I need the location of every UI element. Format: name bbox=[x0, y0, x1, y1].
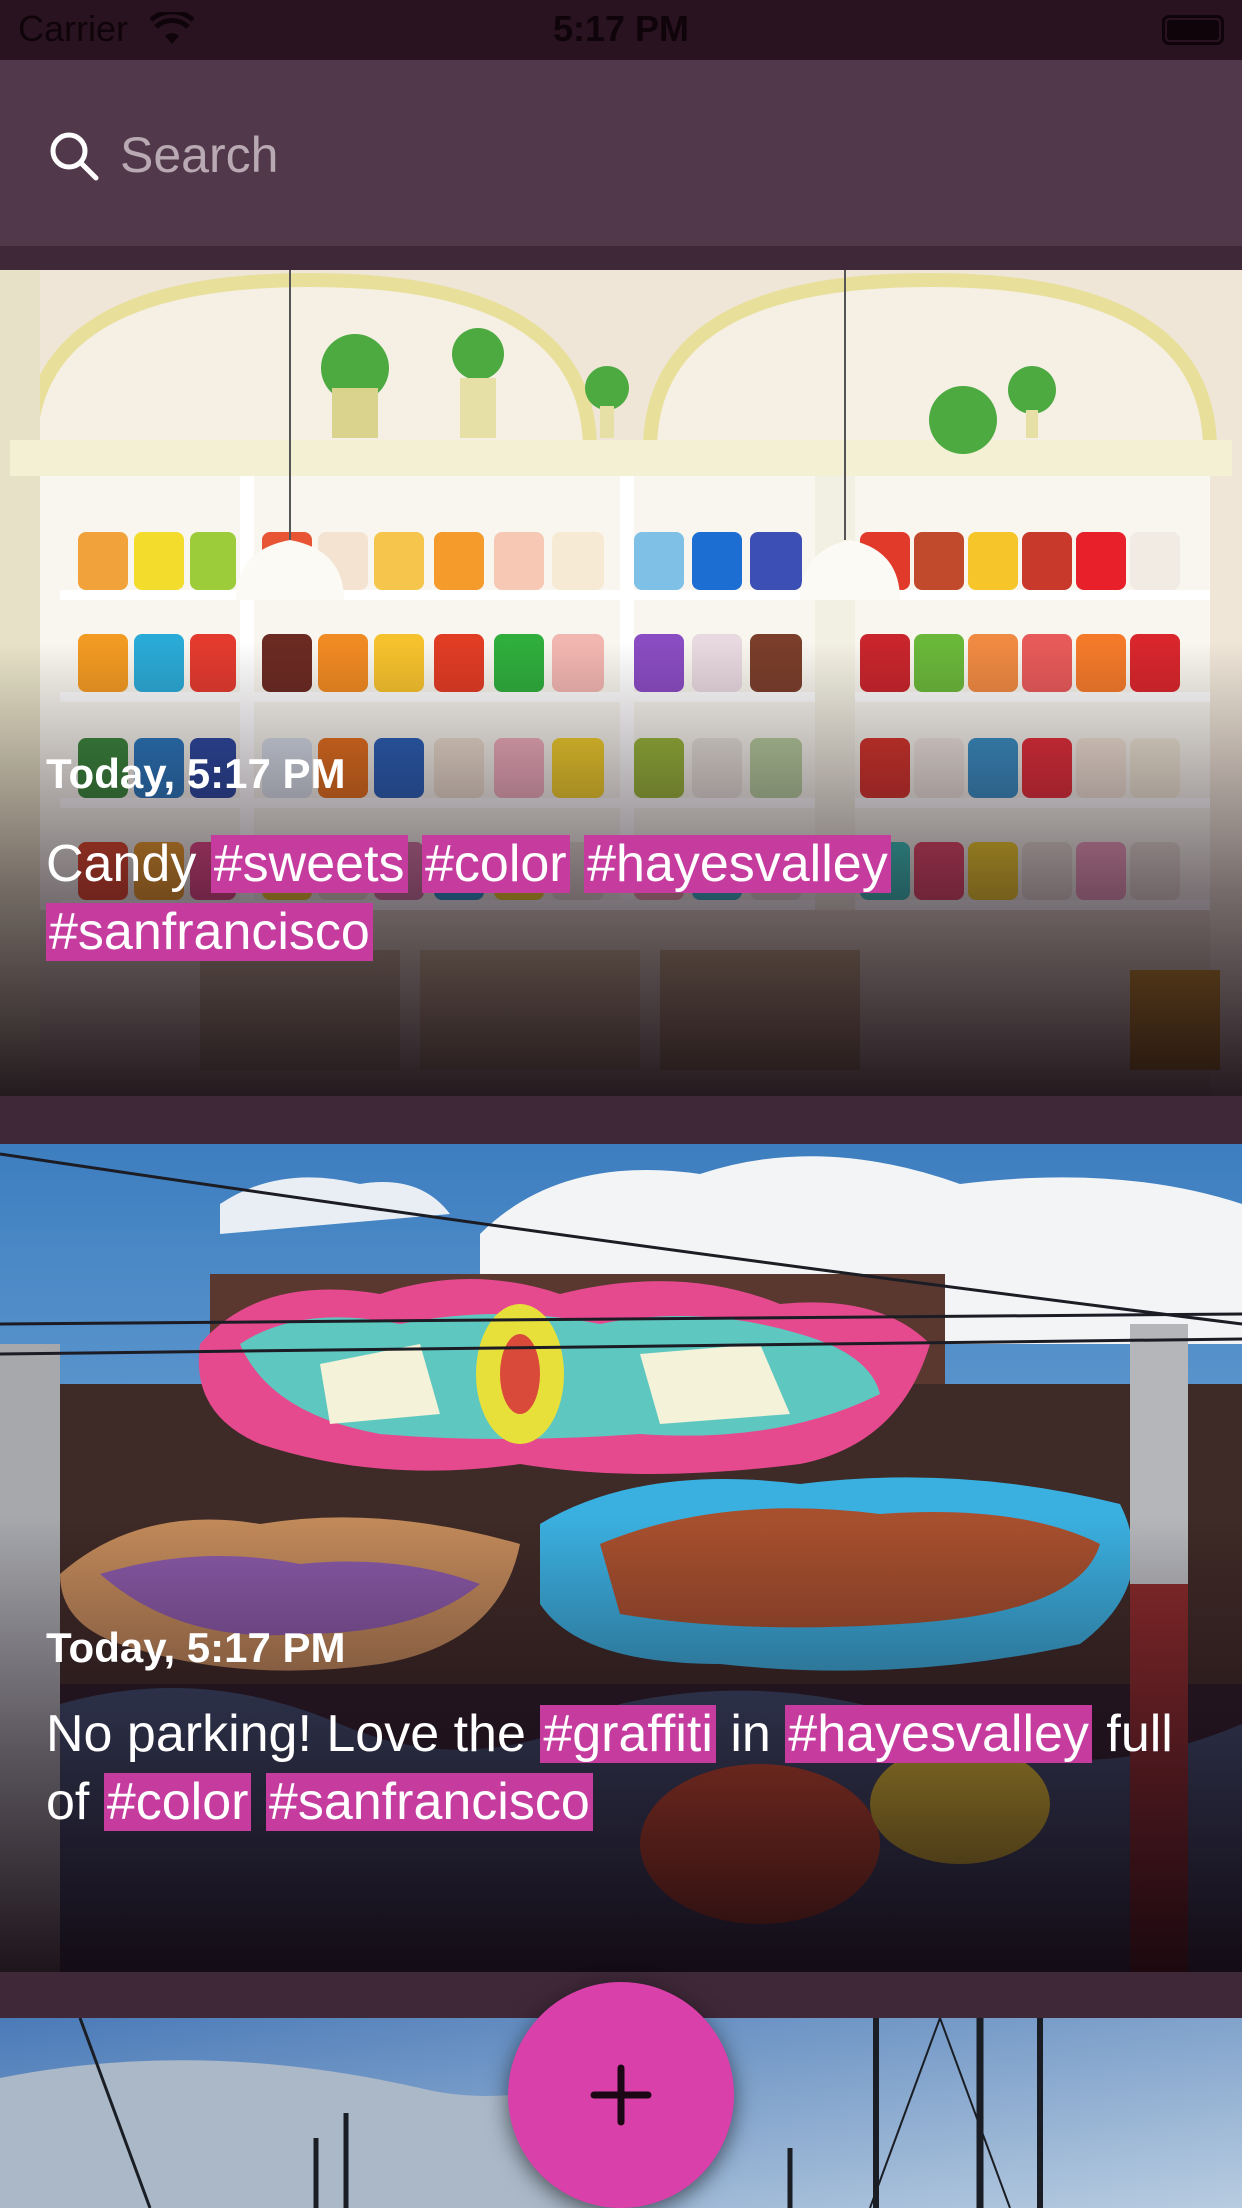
caption-text: Candy bbox=[46, 835, 197, 893]
post-timestamp: Today, 5:17 PM bbox=[46, 750, 346, 797]
search-bar bbox=[0, 60, 1242, 246]
plus-icon bbox=[590, 2064, 652, 2126]
post-timestamp: Today, 5:17 PM bbox=[46, 1624, 346, 1671]
caption-text: in bbox=[730, 1705, 771, 1763]
hashtag[interactable]: #graffiti bbox=[540, 1705, 716, 1763]
status-time: 5:17 PM bbox=[552, 8, 690, 49]
hashtag[interactable]: #sweets bbox=[210, 835, 408, 893]
search-input[interactable] bbox=[120, 120, 1200, 190]
hashtag[interactable]: #hayesvalley bbox=[785, 1705, 1092, 1763]
battery-icon bbox=[1162, 15, 1224, 45]
add-post-button[interactable] bbox=[508, 1982, 734, 2208]
hashtag[interactable]: #color bbox=[421, 835, 570, 893]
hashtag[interactable]: #sanfrancisco bbox=[265, 1773, 593, 1831]
post-card[interactable]: Today, 5:17 PM Candy #sweets #color #hay… bbox=[0, 270, 1242, 1096]
post-caption: Candy #sweets #color #hayesvalley #sanfr… bbox=[46, 830, 1206, 966]
caption-text: No parking! Love the bbox=[46, 1705, 526, 1763]
hashtag[interactable]: #sanfrancisco bbox=[46, 903, 373, 961]
post-caption: No parking! Love the #graffiti in #hayes… bbox=[46, 1700, 1206, 1836]
search-icon bbox=[50, 132, 99, 181]
status-bar: Carrier 5:17 PM bbox=[0, 0, 1242, 60]
hashtag[interactable]: #color bbox=[103, 1773, 252, 1831]
post-card[interactable]: Today, 5:17 PM No parking! Love the #gra… bbox=[0, 1144, 1242, 1972]
hashtag[interactable]: #hayesvalley bbox=[584, 835, 891, 893]
